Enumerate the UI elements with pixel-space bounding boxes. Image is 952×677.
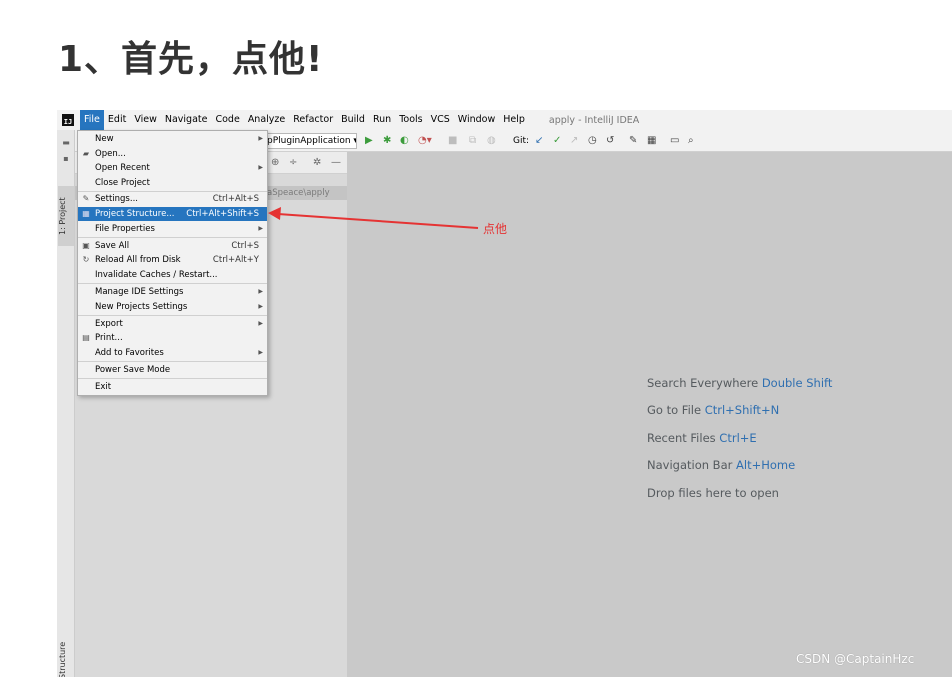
file-menu-settings[interactable]: ✎ Settings... Ctrl+Alt+S: [78, 192, 267, 206]
submenu-arrow-icon: ▶: [258, 320, 263, 327]
menu-navigate[interactable]: Navigate: [161, 110, 212, 130]
save-icon: ▣: [82, 241, 90, 250]
wrench-icon: ✎: [82, 194, 90, 203]
hint-search-everywhere: Search Everywhere Double Shift: [647, 376, 833, 390]
file-menu-new-projects-settings[interactable]: New Projects Settings ▶: [78, 300, 267, 314]
collapse-icon[interactable]: ÷: [289, 156, 297, 170]
submenu-arrow-icon: ▶: [258, 164, 263, 171]
project-structure-icon: ▦: [82, 209, 90, 218]
rollback-icon[interactable]: ↺: [606, 133, 614, 149]
file-menu-exit[interactable]: Exit: [78, 380, 267, 394]
menu-build[interactable]: Build: [337, 110, 369, 130]
module-icon[interactable]: ▪: [61, 154, 71, 163]
submenu-arrow-icon: ▶: [258, 225, 263, 232]
stop-icon[interactable]: ■: [448, 133, 457, 149]
minimize-icon[interactable]: —: [331, 156, 341, 170]
hint-go-to-file: Go to File Ctrl+Shift+N: [647, 403, 780, 417]
ide-window: IJ File Edit View Navigate Code Analyze …: [57, 110, 952, 677]
watermark: CSDN @CaptainHzc: [796, 652, 915, 666]
git-label: Git:: [513, 136, 530, 146]
file-menu-reload-all[interactable]: ↻ Reload All from Disk Ctrl+Alt+Y: [78, 253, 267, 267]
editor-area: Search Everywhere Double Shift Go to Fil…: [347, 152, 952, 677]
file-menu-open[interactable]: ▰ Open...: [78, 147, 267, 161]
file-menu-add-to-favorites[interactable]: Add to Favorites ▶: [78, 346, 267, 360]
hint-navigation-bar: Navigation Bar Alt+Home: [647, 458, 796, 472]
menu-code[interactable]: Code: [211, 110, 243, 130]
module-settings-icon[interactable]: ▦: [647, 133, 656, 149]
reload-icon: ↻: [82, 255, 90, 264]
menu-separator: [78, 237, 267, 238]
menu-edit[interactable]: Edit: [104, 110, 130, 130]
attach-icon[interactable]: ◍: [487, 133, 496, 149]
run-icon[interactable]: ▶: [365, 133, 373, 149]
menu-analyze[interactable]: Analyze: [244, 110, 289, 130]
menu-separator: [78, 283, 267, 284]
window-title: apply - IntelliJ IDEA: [548, 114, 640, 126]
profile-icon[interactable]: ◔▾: [418, 133, 432, 149]
git-push-icon[interactable]: ↗: [570, 133, 578, 149]
history-icon[interactable]: ◷: [588, 133, 597, 149]
file-menu-dropdown: New ▶ ▰ Open... Open Recent ▶ Close Project…: [77, 130, 268, 396]
run-configuration-select[interactable]: pPluginApplication ▾: [263, 133, 357, 149]
search-structure-icon[interactable]: ⧉: [469, 133, 476, 149]
tab-structure[interactable]: Structure: [58, 640, 74, 677]
menu-help[interactable]: Help: [499, 110, 529, 130]
menu-separator: [78, 378, 267, 379]
file-menu-save-all[interactable]: ▣ Save All Ctrl+S: [78, 239, 267, 253]
file-menu-open-recent[interactable]: Open Recent ▶: [78, 161, 267, 175]
file-menu-manage-ide-settings[interactable]: Manage IDE Settings ▶: [78, 285, 267, 299]
file-menu-project-structure[interactable]: ▦ Project Structure... Ctrl+Alt+Shift+S: [78, 207, 267, 221]
menu-file[interactable]: File: [80, 110, 104, 130]
submenu-arrow-icon: ▶: [258, 349, 263, 356]
submenu-arrow-icon: ▶: [258, 288, 263, 295]
menu-separator: [78, 361, 267, 362]
git-commit-icon[interactable]: ✓: [553, 133, 561, 149]
folder-icon: ▰: [82, 149, 90, 158]
article-heading: 1、首先，点他!: [58, 39, 324, 80]
intellij-logo-icon: IJ: [62, 114, 74, 126]
left-tool-strip: ▬ ▪ 1: Project Structure: [57, 130, 75, 677]
annotation-label: 点他: [483, 222, 508, 236]
menu-vcs[interactable]: VCS: [427, 110, 454, 130]
file-menu-new[interactable]: New ▶: [78, 132, 267, 146]
menu-run[interactable]: Run: [369, 110, 395, 130]
file-menu-file-properties[interactable]: File Properties ▶: [78, 222, 267, 236]
hint-drop-files: Drop files here to open: [647, 486, 779, 500]
folder-icon[interactable]: ▬: [61, 138, 71, 147]
coverage-icon[interactable]: ◐: [400, 133, 409, 149]
submenu-arrow-icon: ▶: [258, 135, 263, 142]
menu-refactor[interactable]: Refactor: [289, 110, 337, 130]
git-update-icon[interactable]: ↙: [535, 133, 543, 149]
gear-icon[interactable]: ✲: [313, 156, 321, 170]
submenu-arrow-icon: ▶: [258, 303, 263, 310]
tab-project[interactable]: 1: Project: [58, 186, 74, 246]
locate-icon[interactable]: ⊕: [271, 156, 279, 170]
debug-icon[interactable]: ✱: [383, 133, 391, 149]
menu-bar: IJ File Edit View Navigate Code Analyze …: [57, 110, 952, 130]
screenshot-root: 1、首先，点他! IJ File Edit View Navigate Code…: [0, 0, 952, 677]
menu-window[interactable]: Window: [454, 110, 499, 130]
project-structure-toolbar-icon[interactable]: ✎: [629, 133, 637, 149]
print-icon: ▤: [82, 333, 90, 342]
hint-recent-files: Recent Files Ctrl+E: [647, 431, 757, 445]
file-menu-close-project[interactable]: Close Project: [78, 176, 267, 190]
menu-separator: [78, 315, 267, 316]
menu-tools[interactable]: Tools: [395, 110, 426, 130]
terminal-icon[interactable]: ▭: [670, 133, 679, 149]
file-menu-print[interactable]: ▤ Print...: [78, 331, 267, 345]
file-menu-invalidate-caches[interactable]: Invalidate Caches / Restart...: [78, 268, 267, 282]
file-menu-power-save-mode[interactable]: Power Save Mode: [78, 363, 267, 377]
search-icon[interactable]: ⌕: [688, 133, 694, 149]
file-menu-export[interactable]: Export ▶: [78, 317, 267, 331]
menu-view[interactable]: View: [130, 110, 161, 130]
